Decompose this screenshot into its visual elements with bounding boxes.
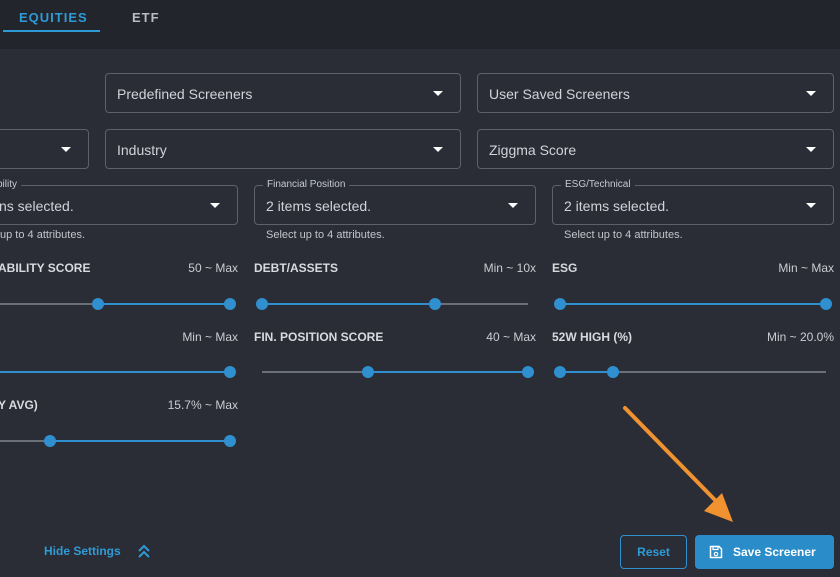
slider-fill <box>368 371 528 373</box>
slider-thumb-min[interactable] <box>44 435 56 447</box>
caret-down-icon <box>806 203 816 208</box>
caret-down-icon <box>210 203 220 208</box>
slider-thumb-max[interactable] <box>820 298 832 310</box>
slider-title: ABILITY SCORE <box>0 261 91 275</box>
caret-down-icon <box>61 147 71 152</box>
slider-thumb-max[interactable] <box>522 366 534 378</box>
profitability-legend: bility <box>0 179 22 190</box>
slider-fill <box>560 371 614 373</box>
profitability-helper: up to 4 attributes. <box>0 229 85 241</box>
active-tab-indicator <box>3 30 100 32</box>
hide-settings-link[interactable]: Hide Settings <box>44 544 121 558</box>
slider-thumb-min[interactable] <box>256 298 268 310</box>
slider-thumb-max[interactable] <box>224 435 236 447</box>
caret-down-icon <box>806 91 816 96</box>
tab-bar: EQUITIES ETF <box>0 0 840 49</box>
profitability-attributes-select[interactable]: bility ns selected. <box>0 179 238 225</box>
profitability-value: ns selected. <box>0 198 74 214</box>
slider-range-value: Min ~ 20.0% <box>766 330 834 344</box>
slider-thumb-min[interactable] <box>554 366 566 378</box>
tab-etf[interactable]: ETF <box>132 10 160 25</box>
slider-range-value: 15.7% ~ Max <box>167 398 238 412</box>
financial-position-attributes-select[interactable]: Financial Position 2 items selected. <box>254 179 536 225</box>
slider-title: 52W HIGH (%) <box>552 330 633 344</box>
esg-technical-attributes-select[interactable]: ESG/Technical 2 items selected. <box>552 179 834 225</box>
slider-thumb-max[interactable] <box>607 366 620 378</box>
slider-title: Y AVG) <box>0 398 38 412</box>
chevrons-up-icon[interactable] <box>137 543 151 559</box>
annotation-arrow-icon <box>623 406 733 522</box>
slider-thumb-max[interactable] <box>224 366 236 378</box>
predefined-screeners-select[interactable]: Predefined Screeners <box>105 73 461 113</box>
slider-title: DEBT/ASSETS <box>254 261 339 275</box>
reset-button[interactable]: Reset <box>620 535 687 569</box>
slider-thumb-max[interactable] <box>224 298 236 310</box>
slider-thumb-min[interactable] <box>554 298 566 310</box>
tab-equities[interactable]: EQUITIES <box>19 10 88 25</box>
slider-fill <box>50 440 230 442</box>
slider-fill <box>98 303 230 305</box>
save-screener-button[interactable]: Save Screener <box>695 535 834 569</box>
slider-fill <box>262 303 435 305</box>
financial-position-value: 2 items selected. <box>266 198 372 214</box>
slider-range-value: Min ~ Max <box>182 330 238 344</box>
save-icon <box>709 545 723 559</box>
esg-technical-value: 2 items selected. <box>564 198 670 214</box>
financial-position-legend: Financial Position <box>263 179 350 190</box>
slider-range-value: Min ~ Max <box>778 261 834 275</box>
slider-title: FIN. POSITION SCORE <box>254 330 384 344</box>
financial-position-helper: Select up to 4 attributes. <box>266 229 385 241</box>
slider-fill <box>0 371 230 373</box>
slider-fill <box>560 303 826 305</box>
slider-thumb-min[interactable] <box>92 298 104 310</box>
ziggma-score-select[interactable]: Ziggma Score <box>477 129 834 169</box>
caret-down-icon <box>433 91 443 96</box>
sector-select[interactable] <box>0 129 89 169</box>
industry-label: Industry <box>117 142 167 158</box>
slider-range-value: 40 ~ Max <box>486 330 536 344</box>
caret-down-icon <box>508 203 518 208</box>
esg-technical-helper: Select up to 4 attributes. <box>564 229 683 241</box>
slider-title: ESG <box>552 261 578 275</box>
slider-range-value: Min ~ 10x <box>483 261 536 275</box>
industry-select[interactable]: Industry <box>105 129 461 169</box>
slider-thumb-min[interactable] <box>362 366 375 378</box>
predefined-screeners-label: Predefined Screeners <box>117 86 253 102</box>
caret-down-icon <box>433 147 443 152</box>
ziggma-score-label: Ziggma Score <box>489 142 577 158</box>
user-saved-screeners-select[interactable]: User Saved Screeners <box>477 73 834 113</box>
save-screener-label: Save Screener <box>733 545 816 559</box>
esg-technical-legend: ESG/Technical <box>561 179 635 190</box>
caret-down-icon <box>806 147 816 152</box>
user-saved-screeners-label: User Saved Screeners <box>489 86 630 102</box>
slider-range-value: 50 ~ Max <box>188 261 238 275</box>
slider-thumb-max[interactable] <box>428 298 441 310</box>
